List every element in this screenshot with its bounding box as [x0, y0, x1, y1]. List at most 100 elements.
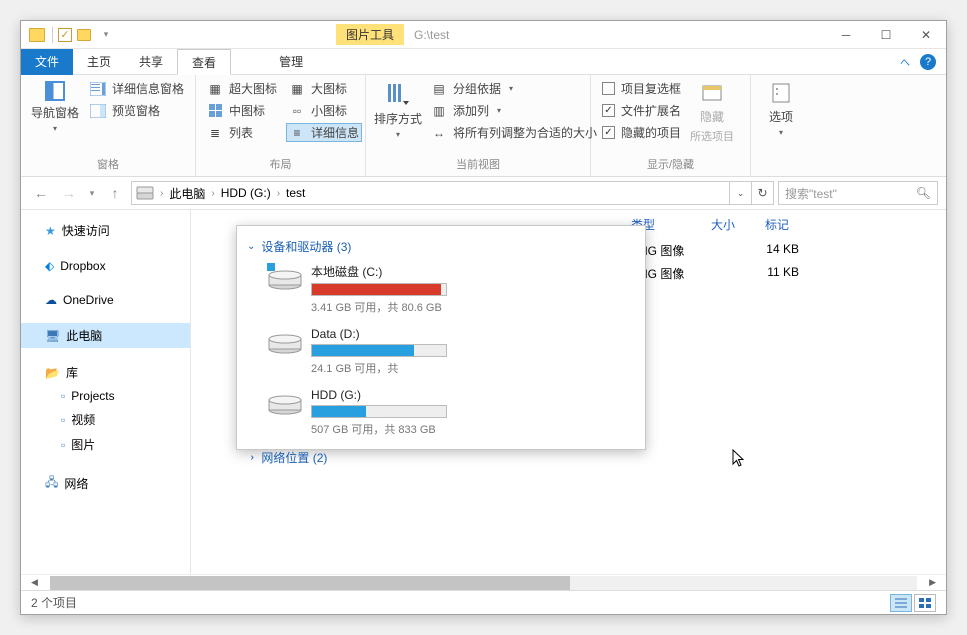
- breadcrumb-root[interactable]: 此电脑: [165, 185, 209, 202]
- chevron-right-icon[interactable]: ›: [158, 188, 165, 199]
- options-icon: [769, 81, 793, 105]
- sort-by-button[interactable]: 排序方式 ▾: [374, 79, 422, 154]
- address-bar: ← → ▾ ↑ › 此电脑 › HDD (G:) › test ⌄ ↻ 搜索"t…: [21, 177, 946, 210]
- search-icon[interactable]: 🔍︎: [916, 186, 931, 200]
- nav-projects[interactable]: ▫Projects: [21, 385, 190, 407]
- hide-selected-button[interactable]: 隐藏 所选项目: [690, 79, 734, 154]
- menu-bar: 文件 主页 共享 查看 管理 へ ?: [21, 49, 946, 75]
- details-pane-icon: [90, 81, 106, 97]
- checkbox-checked-icon: ✓: [602, 126, 615, 139]
- horizontal-scrollbar[interactable]: ◀ ▶: [21, 574, 946, 590]
- thumbnails-view-button[interactable]: [914, 594, 936, 612]
- large-icon: ▦: [289, 81, 305, 97]
- network-title: 网络位置 (2): [261, 449, 327, 466]
- collapse-ribbon-icon[interactable]: へ: [900, 54, 910, 69]
- refresh-button[interactable]: ↻: [751, 182, 773, 204]
- address-dropdown[interactable]: ⌄: [729, 182, 751, 204]
- nav-onedrive[interactable]: ☁OneDrive: [21, 289, 190, 311]
- tab-manage[interactable]: 管理: [265, 49, 317, 75]
- hidden-items-toggle[interactable]: ✓隐藏的项目: [599, 123, 684, 142]
- nav-pictures[interactable]: ▫图片: [21, 432, 190, 457]
- hard-drive-icon: [267, 388, 303, 416]
- folder-icon: [27, 25, 47, 45]
- add-columns-icon: ▥: [431, 103, 447, 119]
- details-pane-button[interactable]: 详细信息窗格: [87, 79, 187, 98]
- view-extra-large-icons[interactable]: ▦超大图标: [204, 79, 280, 98]
- library-icon: 📂: [45, 366, 60, 380]
- up-button[interactable]: ↑: [103, 181, 127, 205]
- nav-network[interactable]: 🖧网络: [21, 469, 190, 498]
- view-list[interactable]: ≣列表: [204, 123, 280, 142]
- breadcrumb-folder[interactable]: test: [282, 186, 309, 200]
- scroll-thumb[interactable]: [50, 576, 570, 590]
- minimize-button[interactable]: ─: [826, 21, 866, 49]
- nav-this-pc[interactable]: 🖥此电脑: [21, 323, 190, 348]
- network-section-header[interactable]: ⌄ 网络位置 (2): [247, 445, 635, 470]
- group-label-panes: 窗格: [29, 154, 187, 172]
- title-bar: ✓ ▾ 图片工具 G:\test ─ ☐ ✕: [21, 21, 946, 49]
- recent-dropdown[interactable]: ▾: [85, 181, 99, 205]
- maximize-button[interactable]: ☐: [866, 21, 906, 49]
- search-input[interactable]: 搜索"test" 🔍︎: [778, 181, 938, 205]
- add-columns-button[interactable]: ▥添加列 ▾: [428, 101, 600, 120]
- tab-share[interactable]: 共享: [125, 49, 177, 75]
- details-view-button[interactable]: [890, 594, 912, 612]
- scroll-right-icon[interactable]: ▶: [929, 577, 936, 588]
- close-button[interactable]: ✕: [906, 21, 946, 49]
- group-by-button[interactable]: ▤分组依据 ▾: [428, 79, 600, 98]
- col-size[interactable]: 大小: [685, 216, 765, 233]
- devices-section-header[interactable]: ⌄ 设备和驱动器 (3): [247, 234, 635, 259]
- chevron-right-icon[interactable]: ›: [209, 188, 216, 199]
- network-icon: 🖧: [45, 473, 58, 494]
- back-button[interactable]: ←: [29, 181, 53, 205]
- folder-icon: ▫: [61, 389, 65, 403]
- new-folder-icon[interactable]: [74, 25, 94, 45]
- fit-columns-button[interactable]: ↔将所有列调整为合适的大小: [428, 123, 600, 142]
- ribbon-group-layout: ▦超大图标 中图标 ≣列表 ▦大图标 ▫▫小图标 ≡详细信息 布局: [196, 75, 366, 176]
- view-details[interactable]: ≡详细信息: [286, 123, 362, 142]
- navigation-pane-button[interactable]: 导航窗格 ▾: [29, 79, 81, 154]
- drive-info: 507 GB 可用，共 833 GB: [311, 421, 447, 437]
- drive-info: 3.41 GB 可用，共 80.6 GB: [311, 299, 447, 315]
- tab-home[interactable]: 主页: [73, 49, 125, 75]
- drive-item[interactable]: 本地磁盘 (C:) 3.41 GB 可用，共 80.6 GB: [267, 263, 447, 315]
- forward-button[interactable]: →: [57, 181, 81, 205]
- tab-file[interactable]: 文件: [21, 49, 73, 75]
- item-checkboxes-toggle[interactable]: 项目复选框: [599, 79, 684, 98]
- nav-quick-access[interactable]: ★快速访问: [21, 218, 190, 243]
- dropbox-icon: ⬖: [45, 259, 54, 273]
- view-large-icons[interactable]: ▦大图标: [286, 79, 362, 98]
- drive-name: HDD (G:): [311, 388, 447, 402]
- col-tags[interactable]: 标记: [765, 216, 819, 233]
- divider: [52, 27, 53, 43]
- drive-item[interactable]: Data (D:) 24.1 GB 可用，共: [267, 327, 447, 376]
- checkbox-icon: [602, 82, 615, 95]
- nav-videos[interactable]: ▫视频: [21, 407, 190, 432]
- quick-access-toolbar: ✓ ▾: [21, 25, 116, 45]
- properties-checkbox-icon[interactable]: ✓: [58, 28, 72, 42]
- drive-usage-bar: [311, 283, 447, 296]
- drive-item[interactable]: HDD (G:) 507 GB 可用，共 833 GB: [267, 388, 447, 437]
- nav-libraries[interactable]: 📂库: [21, 360, 190, 385]
- breadcrumb-drive[interactable]: HDD (G:): [217, 186, 275, 200]
- help-icon[interactable]: ?: [920, 54, 936, 70]
- ribbon-group-show-hide: 项目复选框 ✓文件扩展名 ✓隐藏的项目 隐藏 所选项目 显示/隐藏: [591, 75, 751, 176]
- cell-size: 11 KB: [719, 265, 799, 282]
- preview-pane-button[interactable]: 预览窗格: [87, 101, 187, 120]
- devices-title: 设备和驱动器 (3): [261, 238, 351, 255]
- nav-dropbox[interactable]: ⬖Dropbox: [21, 255, 190, 277]
- qat-dropdown-icon[interactable]: ▾: [96, 25, 116, 45]
- scroll-track[interactable]: [50, 576, 917, 590]
- view-medium-icons[interactable]: 中图标: [204, 101, 280, 120]
- picture-icon: ▫: [61, 438, 65, 452]
- group-label-currentview: 当前视图: [374, 154, 582, 172]
- options-button[interactable]: 选项 ▾: [759, 79, 803, 172]
- scroll-left-icon[interactable]: ◀: [31, 577, 38, 588]
- view-small-icons[interactable]: ▫▫小图标: [286, 101, 362, 120]
- chevron-right-icon[interactable]: ›: [275, 188, 282, 199]
- breadcrumb[interactable]: › 此电脑 › HDD (G:) › test ⌄ ↻: [131, 181, 774, 205]
- tab-view[interactable]: 查看: [177, 49, 231, 75]
- details-icon: ≡: [289, 125, 305, 141]
- sort-icon: [385, 81, 411, 107]
- file-ext-toggle[interactable]: ✓文件扩展名: [599, 101, 684, 120]
